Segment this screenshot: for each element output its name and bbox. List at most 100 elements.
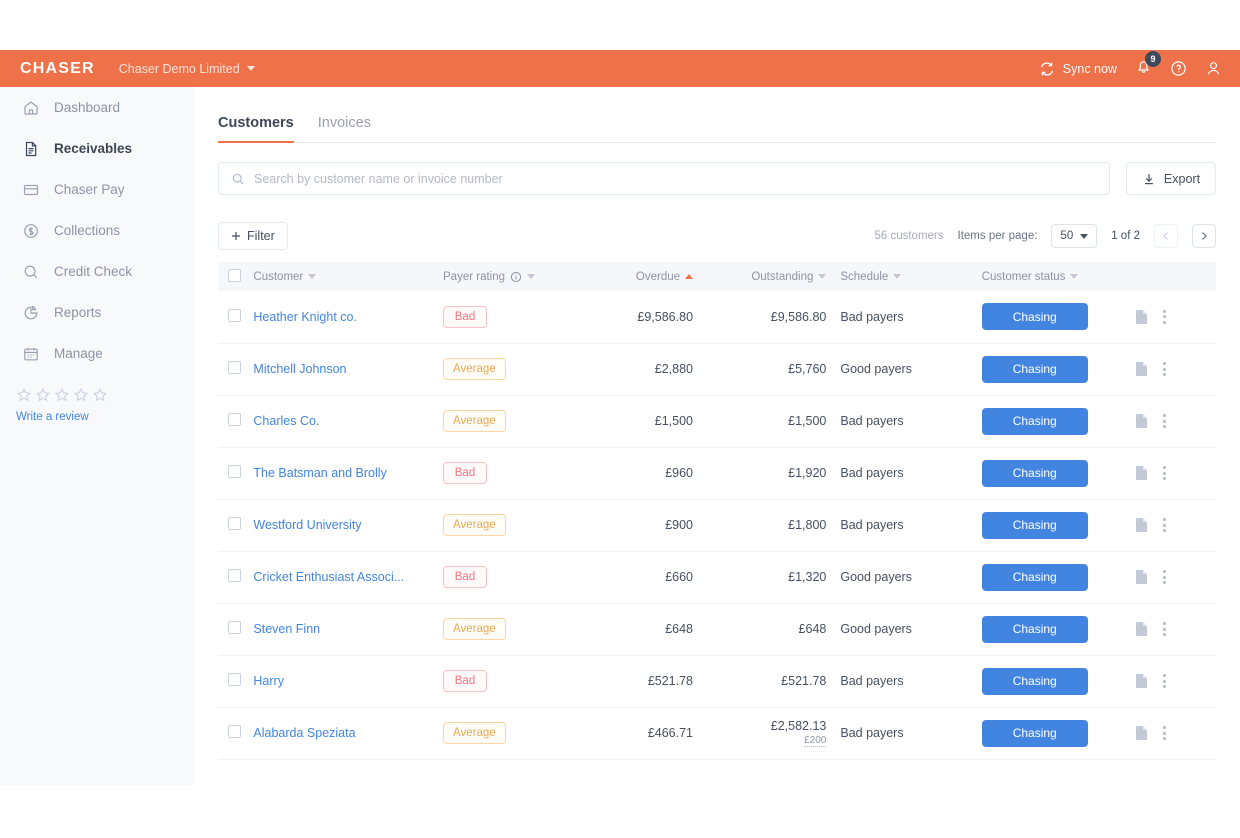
star-icon[interactable] (73, 387, 89, 408)
sidebar-item-receivables[interactable]: Receivables (0, 128, 194, 169)
document-icon[interactable] (1135, 725, 1149, 741)
org-switcher[interactable]: Chaser Demo Limited (119, 62, 255, 76)
table-row[interactable]: Heather Knight co. Bad £9,586.80 £9,586.80 B… (218, 291, 1216, 343)
customer-status-button[interactable]: Chasing (981, 511, 1088, 539)
payer-rating-badge: Bad (443, 305, 487, 328)
row-menu-button[interactable] (1162, 674, 1166, 688)
customer-name-link[interactable]: Westford University (253, 518, 361, 532)
column-header-outstanding[interactable]: Outstanding (693, 262, 827, 291)
document-icon[interactable] (1135, 673, 1149, 689)
customer-status-button[interactable]: Chasing (981, 563, 1088, 591)
overdue-amount: £648 (665, 622, 694, 636)
document-icon[interactable] (1135, 569, 1149, 585)
star-rating[interactable] (16, 387, 194, 408)
customer-name-link[interactable]: Steven Finn (253, 622, 320, 636)
tab-invoices[interactable]: Invoices (318, 115, 371, 142)
document-icon[interactable] (1135, 465, 1149, 481)
export-button[interactable]: Export (1126, 162, 1216, 195)
customer-status-button[interactable]: Chasing (981, 407, 1088, 435)
write-a-review-link[interactable]: Write a review (16, 411, 194, 423)
table-row[interactable]: Alabarda Speziata Average £466.71 £2,582.13… (218, 707, 1216, 759)
customer-status-button[interactable]: Chasing (981, 615, 1088, 643)
table-row[interactable]: The Batsman and Brolly Bad £960 £1,920 Bad p… (218, 447, 1216, 499)
customer-name-link[interactable]: The Batsman and Brolly (253, 466, 386, 480)
column-header-schedule[interactable]: Schedule (826, 262, 959, 291)
column-header-customer-status[interactable]: Customer status (960, 262, 1135, 291)
customer-name-link[interactable]: Heather Knight co. (253, 310, 357, 324)
sync-now-button[interactable]: Sync now (1039, 61, 1117, 77)
row-checkbox[interactable] (228, 517, 241, 530)
customers-table: Customer Payer rating Overdue Outstandin… (218, 262, 1216, 760)
table-row[interactable]: Harry Bad £521.78 £521.78 Bad payers Chasing (218, 655, 1216, 707)
row-checkbox[interactable] (228, 413, 241, 426)
sidebar-item-label: Credit Check (54, 264, 133, 279)
document-icon[interactable] (1135, 517, 1149, 533)
table-row[interactable]: Westford University Average £900 £1,800 Bad … (218, 499, 1216, 551)
row-menu-button[interactable] (1162, 309, 1166, 324)
row-checkbox[interactable] (228, 465, 241, 478)
row-menu-button[interactable] (1162, 570, 1166, 584)
document-icon[interactable] (1135, 621, 1149, 637)
customer-status-button[interactable]: Chasing (981, 667, 1088, 695)
filter-button[interactable]: Filter (218, 222, 288, 250)
sidebar-item-chaser-pay[interactable]: Chaser Pay (0, 169, 194, 210)
table-row[interactable]: Mitchell Johnson Average £2,880 £5,760 Good … (218, 343, 1216, 395)
previous-page-button[interactable] (1154, 224, 1178, 248)
row-menu-button[interactable] (1162, 362, 1166, 376)
help-icon[interactable] (1170, 60, 1187, 77)
sidebar-item-credit-check[interactable]: Credit Check (0, 251, 194, 292)
select-all-checkbox[interactable] (228, 268, 241, 282)
row-menu-button[interactable] (1162, 466, 1166, 480)
notifications-button[interactable]: 9 (1135, 50, 1161, 80)
row-menu-button[interactable] (1162, 414, 1166, 428)
sidebar-item-manage[interactable]: Manage (0, 333, 194, 374)
chaser-logo: CHASER (20, 59, 95, 77)
customer-status-button[interactable]: Chasing (981, 355, 1088, 383)
star-icon[interactable] (35, 387, 51, 408)
row-checkbox[interactable] (228, 569, 241, 582)
next-page-button[interactable] (1192, 224, 1216, 248)
column-header-overdue[interactable]: Overdue (560, 262, 694, 291)
row-checkbox[interactable] (228, 361, 241, 374)
tab-customers[interactable]: Customers (218, 115, 294, 143)
customer-name-link[interactable]: Mitchell Johnson (253, 362, 346, 376)
customer-name-link[interactable]: Harry (253, 674, 284, 688)
star-icon[interactable] (54, 387, 70, 408)
table-row[interactable]: Charles Co. Average £1,500 £1,500 Bad payers… (218, 395, 1216, 447)
star-icon[interactable] (16, 387, 32, 408)
row-checkbox[interactable] (228, 725, 241, 738)
customer-name-link[interactable]: Charles Co. (253, 414, 319, 428)
customer-status-button[interactable]: Chasing (981, 303, 1088, 331)
sidebar-item-reports[interactable]: Reports (0, 292, 194, 333)
customer-status-button[interactable]: Chasing (981, 459, 1088, 487)
document-icon[interactable] (1135, 361, 1149, 377)
table-row[interactable]: Steven Finn Average £648 £648 Good payers Cha… (218, 603, 1216, 655)
row-menu-button[interactable] (1162, 726, 1166, 740)
customer-status-button[interactable]: Chasing (981, 719, 1088, 747)
row-checkbox[interactable] (228, 621, 241, 634)
user-avatar-icon[interactable] (1205, 60, 1222, 77)
sidebar-item-dashboard[interactable]: Dashboard (0, 87, 194, 128)
items-per-page-select[interactable]: 50 (1051, 224, 1098, 248)
document-icon[interactable] (1135, 413, 1149, 429)
search-box[interactable] (218, 162, 1110, 195)
outstanding-sub-amount[interactable]: £200 (804, 735, 827, 747)
row-checkbox[interactable] (228, 308, 241, 322)
document-icon[interactable] (1135, 309, 1149, 325)
download-icon (1142, 172, 1156, 186)
row-menu-button[interactable] (1162, 518, 1166, 532)
info-icon[interactable] (510, 271, 522, 283)
search-input[interactable] (254, 171, 1097, 186)
sidebar-item-collections[interactable]: Collections (0, 210, 194, 251)
row-checkbox[interactable] (228, 673, 241, 686)
star-icon[interactable] (92, 387, 108, 408)
table-body: Heather Knight co. Bad £9,586.80 £9,586.80 B… (218, 291, 1216, 759)
customer-name-link[interactable]: Alabarda Speziata (253, 726, 355, 740)
table-row[interactable]: Cricket Enthusiast Associ... Bad £660 £1,32… (218, 551, 1216, 603)
column-header-payer-rating[interactable]: Payer rating (443, 262, 560, 291)
column-header-customer[interactable]: Customer (253, 262, 443, 291)
row-menu-button[interactable] (1162, 622, 1166, 636)
sort-caret-icon (893, 274, 902, 279)
search-row: Export (218, 162, 1216, 195)
customer-name-link[interactable]: Cricket Enthusiast Associ... (253, 570, 404, 584)
